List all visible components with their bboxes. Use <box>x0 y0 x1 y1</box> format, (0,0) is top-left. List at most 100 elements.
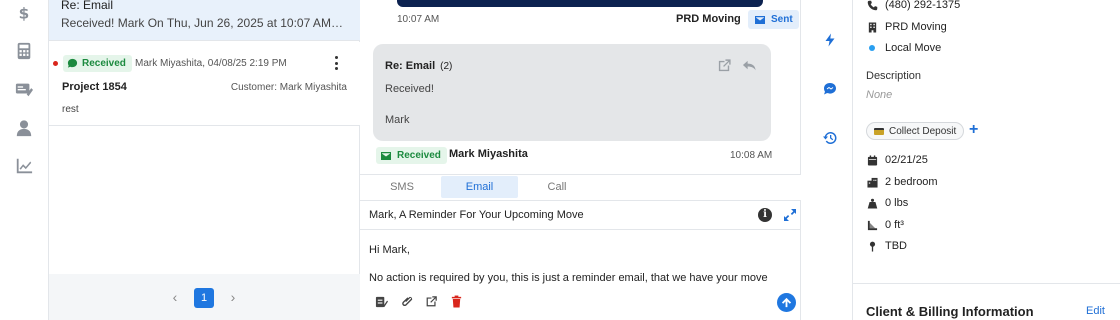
detail-weight: 0 lbs <box>866 195 908 211</box>
tab-email[interactable]: Email <box>441 176 518 198</box>
more-options-icon[interactable] <box>332 55 340 71</box>
open-external-icon[interactable] <box>425 295 439 309</box>
conversation-title: Re: Email <box>61 0 114 12</box>
detail-date-value: 02/21/25 <box>885 154 928 166</box>
conversation-item-active[interactable]: Re: Email Received! Mark On Thu, Jun 26,… <box>49 0 360 41</box>
received-badge-label: Received <box>82 58 126 69</box>
received-message-bubble: Re: Email (2) Received! Mark <box>373 44 771 141</box>
detail-size-value: 2 bedroom <box>885 176 938 188</box>
details-panel: (480) 292-1375 PRD Moving Local Move Des… <box>853 0 1120 320</box>
nav-rail: $ <box>0 0 49 320</box>
collect-deposit-button[interactable]: Collect Deposit <box>866 122 965 140</box>
received-badge-label: Received <box>397 150 441 161</box>
pagination: ‹ 1 › <box>49 274 360 320</box>
message-subject-text: Re: Email <box>385 60 436 72</box>
trash-icon[interactable] <box>450 295 464 309</box>
message-time: 10:08 AM <box>730 150 773 161</box>
tab-sms[interactable]: SMS <box>380 176 424 198</box>
conversation-item[interactable]: Received Mark Miyashita, 04/08/25 2:19 P… <box>49 42 360 126</box>
description-label: Description <box>866 70 922 82</box>
email-body-text: No action is required by you, this is ju… <box>369 272 768 284</box>
email-subject-bar: Mark, A Reminder For Your Upcoming Move … <box>360 201 801 230</box>
info-icon[interactable]: i <box>758 208 772 222</box>
detail-location-value: TBD <box>885 240 907 252</box>
page-1-button[interactable]: 1 <box>194 288 214 308</box>
section-divider <box>853 283 1120 284</box>
message-subject: Re: Email (2) <box>385 60 452 72</box>
email-subject-field[interactable]: Mark, A Reminder For Your Upcoming Move <box>369 209 584 221</box>
detail-move-type: Local Move <box>866 40 941 56</box>
chat-icon[interactable] <box>823 82 839 98</box>
expand-icon[interactable] <box>783 208 797 222</box>
credit-card-icon <box>874 127 884 135</box>
person-icon[interactable] <box>14 118 34 138</box>
detail-volume: 0 ft³ <box>866 217 904 233</box>
building-icon <box>866 176 878 188</box>
client-billing-title: Client & Billing Information <box>866 304 1034 319</box>
detail-move-type-value: Local Move <box>885 42 942 54</box>
history-icon[interactable] <box>823 131 839 147</box>
detail-date: 02/21/25 <box>866 152 928 168</box>
description-value[interactable]: None <box>866 89 892 101</box>
detail-phone[interactable]: (480) 292-1375 <box>866 0 960 13</box>
customer-name: Customer: Mark Miyashita <box>230 82 347 93</box>
building-icon <box>866 21 878 33</box>
arrow-up-icon <box>781 297 792 308</box>
previous-page-button[interactable]: ‹ <box>169 290 181 304</box>
calendar-icon <box>866 154 878 166</box>
message-line-1: Received! <box>385 83 434 95</box>
next-page-button[interactable]: › <box>227 290 239 304</box>
ruler-icon <box>866 219 878 231</box>
tab-call[interactable]: Call <box>535 176 579 198</box>
message-count: (2) <box>440 61 453 72</box>
envelope-icon <box>755 15 765 24</box>
unread-dot <box>53 61 58 66</box>
detail-weight-value: 0 lbs <box>885 197 909 209</box>
received-badge: Received <box>63 55 132 72</box>
calculator-icon[interactable] <box>14 41 34 61</box>
envelope-icon <box>381 151 391 160</box>
open-external-icon[interactable] <box>717 58 733 74</box>
message-thread: 10:07 AM PRD Moving Sent Re: Email (2) Re… <box>360 0 801 320</box>
detail-company: PRD Moving <box>866 19 947 35</box>
weight-icon <box>866 197 878 209</box>
email-body-editor[interactable]: Hi Mark, No action is required by you, t… <box>369 243 789 287</box>
sent-badge-label: Sent <box>771 14 793 25</box>
detail-company-value: PRD Moving <box>885 21 947 33</box>
composer-toolbar <box>360 291 801 320</box>
detail-size: 2 bedroom <box>866 174 938 190</box>
conversation-list: Re: Email Received! Mark On Thu, Jun 26,… <box>49 0 360 320</box>
phone-icon <box>866 0 878 11</box>
chart-icon[interactable] <box>14 156 34 176</box>
detail-volume-value: 0 ft³ <box>885 219 904 231</box>
conversation-snippet: rest <box>62 104 79 115</box>
lightning-icon[interactable] <box>823 33 839 49</box>
template-icon[interactable] <box>375 295 389 309</box>
reply-icon[interactable] <box>742 58 758 74</box>
detail-phone-value: (480) 292-1375 <box>885 0 961 11</box>
sent-message-time: 10:07 AM <box>397 14 440 25</box>
sent-badge: Sent <box>748 10 799 29</box>
received-badge: Received <box>376 147 447 164</box>
email-greeting: Hi Mark, <box>369 244 410 256</box>
edit-link[interactable]: Edit <box>1086 305 1105 317</box>
send-button[interactable] <box>777 293 796 312</box>
chat-icon <box>67 58 78 68</box>
svg-text:$: $ <box>19 4 30 22</box>
message-line-2: Mark <box>385 114 410 126</box>
sent-message-bubble <box>397 0 763 7</box>
sent-message-from: PRD Moving <box>676 13 741 25</box>
add-button[interactable]: + <box>969 121 978 139</box>
composer-tabs: SMS Email Call <box>360 174 801 201</box>
conversation-meta: Mark Miyashita, 04/08/25 2:19 PM <box>135 58 287 69</box>
detail-location: TBD <box>866 238 907 254</box>
attachment-icon[interactable] <box>401 295 415 309</box>
dollar-icon[interactable]: $ <box>14 3 34 23</box>
collect-deposit-label: Collect Deposit <box>889 125 957 137</box>
project-name: Project 1854 <box>62 81 127 93</box>
pricing-icon[interactable] <box>14 79 34 99</box>
conversation-preview: Received! Mark On Thu, Jun 26, 2025 at 1… <box>61 16 346 30</box>
message-sender: Mark Miyashita <box>449 148 528 160</box>
status-dot <box>869 45 875 51</box>
action-rail <box>801 0 853 320</box>
